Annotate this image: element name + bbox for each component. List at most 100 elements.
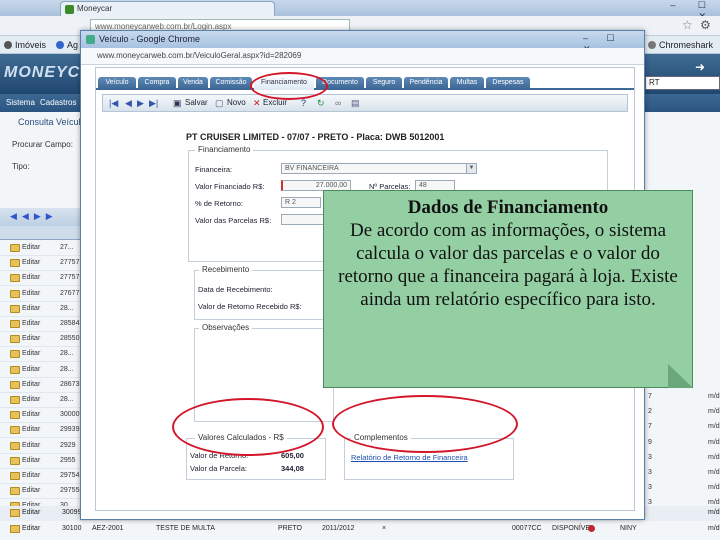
financeira-select[interactable]: BV FINANCEIRA ▼ [281,163,477,174]
table-row[interactable]: Editar 29755 [0,484,80,500]
tab-seguro[interactable]: Seguro [366,77,402,90]
cell-md: m/d [708,453,720,461]
row-code: 29755 [60,487,80,495]
new-icon[interactable]: ▢ [215,98,224,109]
table-row[interactable]: Editar 2929 [0,439,80,454]
edit-link[interactable]: Editar [22,381,40,388]
table-row[interactable]: Editar 28584 [0,317,80,332]
bookmark-ag[interactable]: Ag [56,40,78,50]
callout-text: Dados de Financiamento De acordo com as … [330,196,686,311]
edit-link[interactable]: Editar [22,472,40,479]
tab-comissao[interactable]: Comissão [210,77,252,90]
edit-link[interactable]: Editar [22,426,40,433]
edit-link[interactable]: Editar [22,396,40,403]
edit-link[interactable]: Editar [22,335,40,342]
wrench-icon[interactable]: ⚙ [700,18,711,32]
help-icon[interactable]: ? [301,98,306,108]
star-icon[interactable]: ☆ [682,18,693,32]
table-row[interactable]: Editar 30000 [0,408,80,424]
cell-md: m/d [708,525,720,532]
financiamento-legend: Financiamento [195,145,254,154]
table-row[interactable]: Editar 27757 [0,271,80,287]
next-icon[interactable]: ▶ [137,98,144,109]
table-row-right: 9 m/d [640,436,720,451]
save-icon[interactable]: ▣ [173,98,182,109]
procurar-label: Procurar Campo: [12,140,73,149]
first-icon[interactable]: |◀ [109,98,118,109]
arrow-right-icon[interactable]: ➜ [695,60,705,74]
edit-link[interactable]: Editar [22,411,40,418]
table-row[interactable]: Editar 29939 [0,423,80,439]
table-row[interactable]: Editar 28550 [0,332,80,348]
table-row[interactable]: Editar 2955 [0,454,80,469]
edit-link[interactable]: Editar [22,274,40,281]
callout-fold [668,364,693,388]
browser-tab[interactable]: Moneycar [60,1,275,16]
save-button[interactable]: Salvar [185,98,208,107]
edit-link[interactable]: Editar [22,366,40,373]
row-code: 27757 [60,259,80,267]
edit-link[interactable]: Editar [22,442,40,449]
table-row[interactable]: Editar 28... [0,347,80,363]
delete-icon[interactable]: ✕ [253,98,261,109]
popup-address-bar[interactable]: www.moneycarweb.com.br/VeiculoGeral.aspx… [81,48,644,65]
edit-link[interactable]: Editar [22,457,40,464]
prev-icon[interactable]: ◀ [125,98,132,109]
row-code: 28584 [60,320,80,327]
edit-link[interactable]: Editar [22,487,40,494]
retorno-recebido-label: Valor de Retorno Recebido R$: [198,302,302,311]
folder-icon [10,396,20,404]
menu-sistema[interactable]: Sistema [6,98,35,107]
window-controls[interactable]: – ☐ ✕ [648,0,720,21]
folder-icon [10,304,20,313]
table-row[interactable]: Editar 28673 [0,378,80,393]
popup-titlebar: Veículo - Google Chrome – ☐ ✕ [81,31,644,54]
edit-link[interactable]: Editar [22,350,40,357]
table-row[interactable]: Editar 30100 AEZ-2001 TESTE DE MULTA PRETO 20… [0,522,720,537]
edit-link[interactable]: Editar [22,290,40,297]
row-code: 28... [60,396,74,403]
bookmark-chromeshark[interactable]: Chromeshark [648,40,713,50]
table-row[interactable]: Editar 28... [0,393,80,408]
retorno-input[interactable]: R 2 [281,197,321,208]
row-code: 2955 [60,456,76,464]
financeira-label: Financeira: [195,165,233,174]
table-row[interactable]: Editar 27... [0,241,80,256]
form-toolbar: |◀ ◀ ▶ ▶| ▣ Salvar ▢ Novo ✕ Excluir ? ↻ … [102,94,628,112]
row-code: 29754 [60,472,80,479]
valor-parcela-value: 344,08 [281,464,304,473]
attach-icon[interactable]: ∞ [335,98,341,108]
edit-link[interactable]: Editar [22,244,40,251]
new-button[interactable]: Novo [227,98,246,107]
print-icon[interactable]: ▤ [351,98,360,109]
menu-cadastros[interactable]: Cadastros [40,98,76,107]
store-select[interactable]: RT [645,76,720,90]
cell-md: m/d [708,469,720,476]
grid-right-columns: 7 m/d 2 m/d 7 m/d 9 m/d 3 m/d 3 m/d 3 m/d 3 m/d [640,390,720,520]
pager-arrows-icon[interactable]: ◀◀▶▶ [10,211,58,222]
cell-edit[interactable]: Editar [22,509,40,516]
highlight-oval-complementos [332,395,518,453]
tab-veiculo[interactable]: Veículo [98,77,136,90]
table-row[interactable]: Editar 28... [0,302,80,317]
edit-link[interactable]: Editar [22,259,40,266]
tab-pendencia[interactable]: Pendência [404,77,448,90]
tab-venda[interactable]: Venda [178,77,208,90]
tab-multas[interactable]: Multas [450,77,484,90]
globe-icon [648,41,656,49]
table-row[interactable]: Editar 29754 [0,469,80,484]
edit-link[interactable]: Editar [22,320,40,327]
last-icon[interactable]: ▶| [149,98,158,109]
edit-link[interactable]: Editar [22,305,40,312]
tab-compra[interactable]: Compra [138,77,176,90]
table-row[interactable]: Editar 27677 [0,287,80,302]
refresh-icon[interactable]: ↻ [317,98,325,109]
relatorio-retorno-link[interactable]: Relatório de Retorno de Financeira [351,453,468,462]
table-row[interactable]: Editar 27757 [0,256,80,272]
tab-despesas[interactable]: Despesas [486,77,530,90]
highlight-oval-tab [250,72,328,100]
folder-icon [10,244,20,252]
cell-edit[interactable]: Editar [22,525,40,532]
table-row[interactable]: Editar 28... [0,363,80,378]
bookmark-imoveis[interactable]: Imóveis [4,40,46,50]
